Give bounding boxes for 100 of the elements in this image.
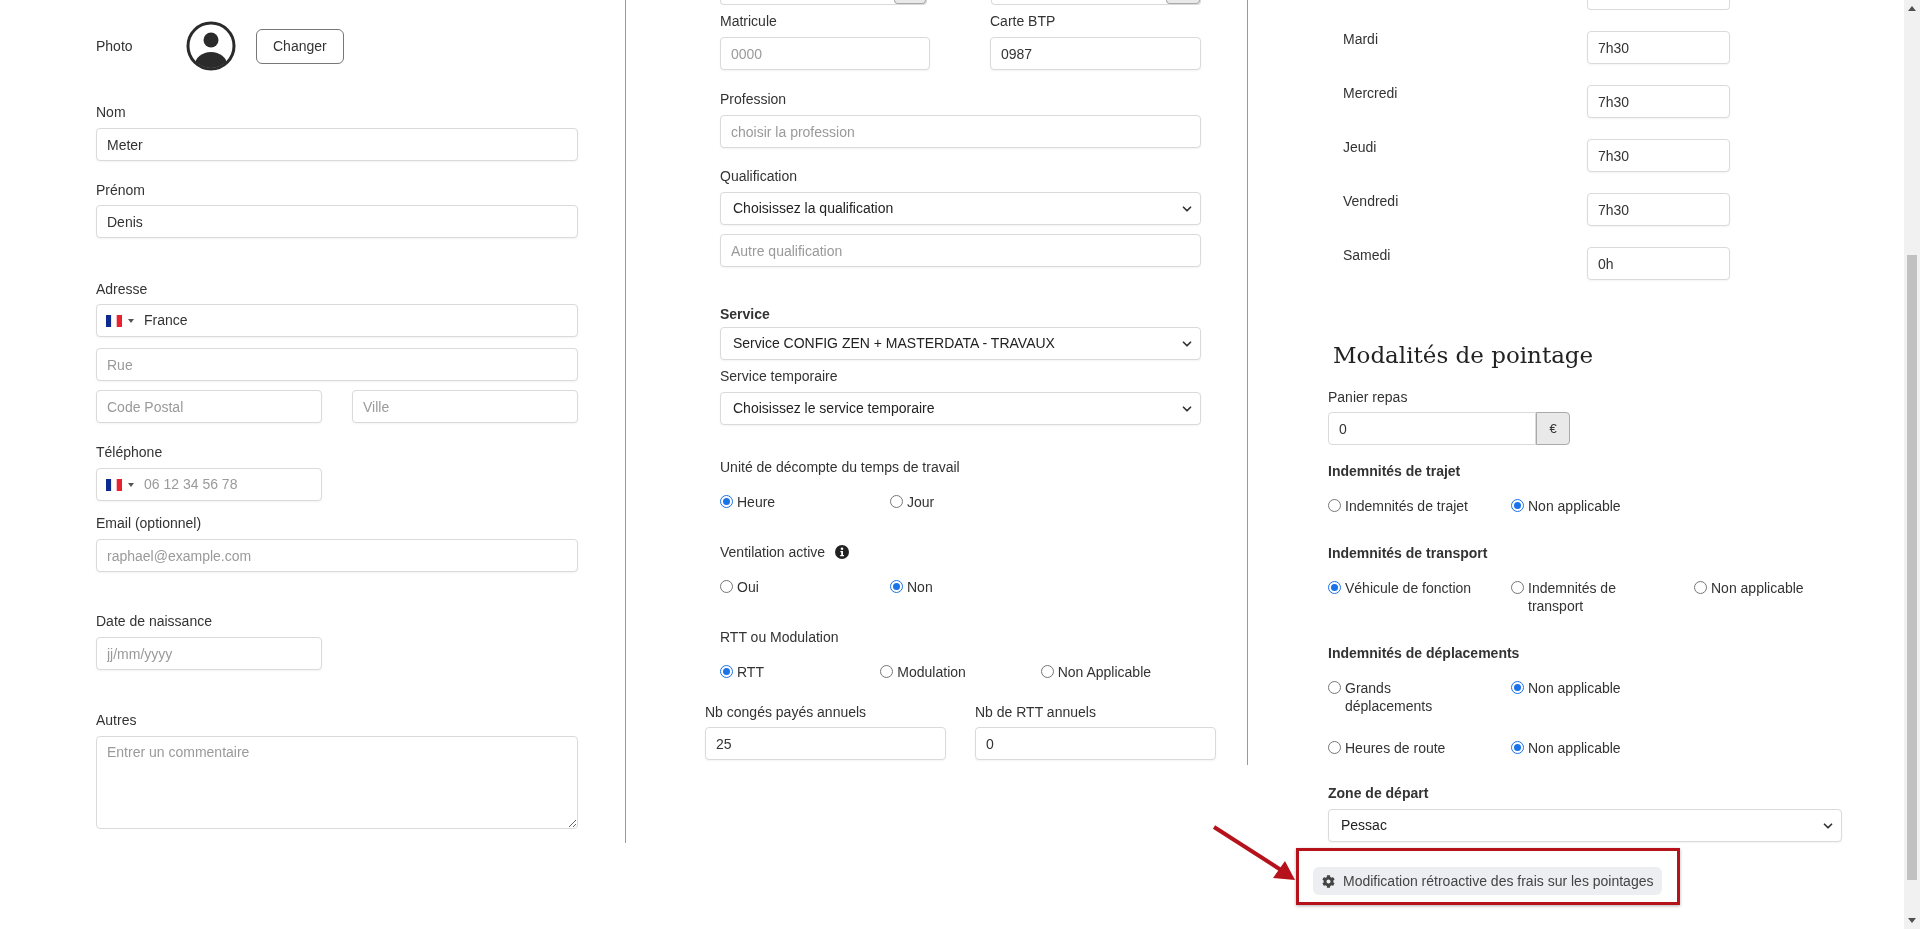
radio-label: Véhicule de fonction — [1345, 579, 1472, 597]
radio-label: RTT — [737, 663, 764, 681]
radio-button[interactable] — [1328, 581, 1341, 594]
day-label: Mardi — [1343, 31, 1379, 49]
radio-button[interactable] — [1328, 741, 1341, 754]
radio-label: Non applicable — [1528, 497, 1621, 515]
field-label: Matricule — [720, 13, 778, 29]
field-label: Service — [720, 306, 771, 322]
info-icon — [835, 545, 850, 559]
radio-button[interactable] — [1328, 681, 1341, 694]
caret-icon — [128, 482, 134, 487]
input-field[interactable]: Denis — [96, 205, 578, 238]
input-field[interactable]: 7h30 — [1587, 31, 1730, 64]
radio-button[interactable] — [1511, 741, 1524, 754]
avatar-icon — [186, 21, 236, 71]
field-label: Email (optionnel) — [96, 515, 203, 531]
radio-button[interactable] — [1511, 681, 1524, 694]
input-field[interactable]: 0 — [1328, 412, 1536, 445]
phone-field[interactable]: 06 12 34 56 78 — [96, 468, 322, 501]
flag-icon — [106, 314, 122, 327]
field-label: Nb de RTT annuels — [975, 704, 1097, 720]
radio-label: Non applicable — [1528, 739, 1621, 757]
input-field[interactable]: choisir la profession — [720, 115, 1201, 148]
input-field[interactable]: 25 — [705, 727, 946, 760]
field-label: Unité de décompte du temps de travail — [720, 459, 960, 475]
field-label: Indemnités de transport — [1328, 545, 1489, 561]
radio-label: Heures de route — [1345, 739, 1446, 757]
input-field[interactable]: Autre qualification — [720, 234, 1201, 267]
day-label: Mercredi — [1343, 85, 1399, 103]
field-label: Indemnités de trajet — [1328, 463, 1462, 479]
select-field[interactable]: Choisissez la qualification — [720, 192, 1201, 225]
select-field[interactable]: Service CONFIG ZEN + MASTERDATA - TRAVAUX — [720, 327, 1201, 360]
retroactive-edit-button[interactable]: Modification rétroactive des frais sur les pointages — [1313, 867, 1663, 895]
currency-addon: € — [1536, 412, 1570, 445]
gear-icon — [1322, 874, 1335, 888]
field-label: Zone de départ — [1328, 785, 1430, 801]
input-field[interactable]: 7h30 — [1587, 193, 1730, 226]
section-title: Modalités de pointage — [1332, 341, 1595, 370]
scrollbar-thumb[interactable] — [1907, 255, 1917, 880]
field-label: Adresse — [96, 281, 149, 297]
scroll-down-icon[interactable] — [1908, 918, 1916, 923]
radio-label: Non Applicable — [1057, 663, 1152, 681]
radio-button[interactable] — [1328, 499, 1341, 512]
radio-label: Non applicable — [1528, 679, 1621, 697]
radio-button[interactable] — [1511, 499, 1524, 512]
input-field[interactable]: 0 — [975, 727, 1216, 760]
scroll-up-icon[interactable] — [1908, 6, 1916, 11]
scrollbar[interactable] — [1904, 0, 1920, 929]
radio-button[interactable] — [890, 580, 903, 593]
day-label: Vendredi — [1343, 193, 1400, 211]
radio-button[interactable] — [720, 580, 733, 593]
radio-button[interactable] — [1511, 581, 1524, 594]
radio-button[interactable] — [890, 495, 903, 508]
radio-button[interactable] — [720, 665, 733, 678]
field-label: Ventilation active — [720, 544, 826, 560]
input-field[interactable]: 0h — [1587, 247, 1730, 280]
field-label: Photo — [96, 36, 134, 56]
field-label: Carte BTP — [990, 13, 1057, 29]
radio-label: Non applicable — [1711, 579, 1804, 597]
input-field[interactable]: Meter — [96, 128, 578, 161]
field-label: Date de naissance — [96, 613, 213, 629]
flag-icon — [106, 478, 122, 491]
field-label: Panier repas — [1328, 389, 1409, 405]
field-label: Nom — [96, 104, 127, 120]
input-field[interactable]: Ville — [352, 390, 578, 423]
field-label: Téléphone — [96, 444, 164, 460]
change-photo-button[interactable]: Changer — [256, 28, 344, 64]
radio-button[interactable] — [1040, 665, 1054, 678]
radio-button[interactable] — [1694, 581, 1707, 594]
radio-button[interactable] — [880, 665, 894, 678]
input-field[interactable]: jj/mm/yyyy — [96, 637, 322, 670]
input-field[interactable]: 7h30 — [1587, 139, 1730, 172]
field-label: RTT ou Modulation — [720, 629, 839, 645]
radio-label: Oui — [737, 578, 759, 596]
input-field[interactable]: Rue — [96, 348, 578, 381]
select-field[interactable]: Pessac — [1328, 809, 1842, 842]
input-field[interactable]: 0000 — [720, 37, 930, 70]
field-label: Indemnités de déplacements — [1328, 645, 1521, 661]
field-label: Service temporaire — [720, 368, 839, 384]
radio-label: Indemnités de trajet — [1345, 497, 1468, 515]
field-label: Profession — [720, 91, 788, 107]
radio-label: Jour — [907, 493, 935, 511]
country-select[interactable]: France — [96, 304, 578, 337]
phone-input[interactable]: 06 12 34 56 78 — [144, 474, 284, 495]
field-label: Autres — [96, 712, 138, 728]
select-field[interactable]: Choisissez le service temporaire — [720, 392, 1201, 425]
radio-label: Non — [907, 578, 933, 596]
radio-label: Indemnités de transport — [1528, 579, 1617, 615]
input-field[interactable]: 0987 — [990, 37, 1201, 70]
input-field[interactable]: Code Postal — [96, 390, 322, 423]
comment-field[interactable]: Entrer un commentaire — [96, 736, 578, 829]
field-label: Nb congés payés annuels — [705, 704, 868, 720]
field-label: Qualification — [720, 168, 799, 184]
caret-icon — [128, 318, 134, 323]
day-label: Samedi — [1343, 247, 1392, 265]
radio-button[interactable] — [720, 495, 733, 508]
input-field[interactable]: raphael@example.com — [96, 539, 578, 572]
input-field[interactable]: 7h30 — [1587, 85, 1730, 118]
radio-label: Heure — [737, 493, 776, 511]
radio-label: Grands déplacements — [1345, 679, 1434, 715]
